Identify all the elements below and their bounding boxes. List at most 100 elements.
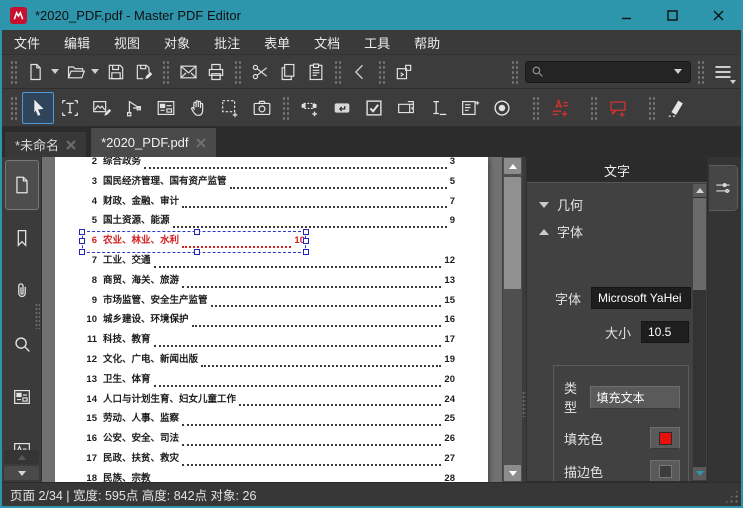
- menu-item[interactable]: 文档: [302, 30, 352, 54]
- new-document-dropdown-icon[interactable]: [51, 69, 59, 74]
- save-button[interactable]: [102, 58, 130, 86]
- menu-item[interactable]: 表单: [252, 30, 302, 54]
- add-text-annotation-tool-button[interactable]: [544, 92, 576, 124]
- email-button[interactable]: [174, 58, 202, 86]
- menu-item[interactable]: 帮助: [402, 30, 452, 54]
- toolbar-grip[interactable]: [234, 59, 242, 84]
- tab-close-icon[interactable]: [66, 139, 76, 150]
- section-font[interactable]: 字体: [537, 218, 691, 245]
- document-scrollbar[interactable]: [502, 157, 522, 482]
- menu-item[interactable]: 视图: [102, 30, 152, 54]
- panel-toggle-tab[interactable]: [709, 165, 738, 211]
- bookmarks-panel-button[interactable]: [5, 213, 39, 263]
- type-select[interactable]: 填充文本: [589, 385, 680, 409]
- panel-scroll-down-button[interactable]: [693, 467, 706, 480]
- scroll-down-button[interactable]: [504, 465, 521, 481]
- new-document-button[interactable]: [22, 58, 50, 86]
- fill-color-button[interactable]: [650, 427, 680, 449]
- snapshot-tool-button[interactable]: [246, 92, 278, 124]
- minimize-button[interactable]: [603, 0, 649, 30]
- toc-entry[interactable]: 14 人口与计划生育、妇女儿童工作 24: [83, 391, 455, 411]
- font-name-input[interactable]: Microsoft YaHei: [591, 287, 691, 309]
- toc-entry[interactable]: 10 城乡建设、环境保护 16: [83, 311, 455, 331]
- toolbar-grip[interactable]: [648, 95, 656, 120]
- toolbar-grip[interactable]: [697, 59, 705, 84]
- toc-entry[interactable]: 16 公安、安全、司法 26: [83, 430, 455, 450]
- push-button-tool-button[interactable]: [326, 92, 358, 124]
- arrange-windows-button[interactable]: [390, 58, 418, 86]
- toc-entry[interactable]: 6 农业、林业、水利 10: [79, 229, 309, 255]
- toc-entry[interactable]: 12 文化、广电、新闻出版 19: [83, 351, 455, 371]
- search-panel-button[interactable]: [5, 319, 39, 369]
- copy-button[interactable]: [274, 58, 302, 86]
- stroke-color-button[interactable]: [650, 460, 680, 481]
- toolbar-grip[interactable]: [10, 95, 18, 120]
- window-resize-grip[interactable]: [724, 489, 739, 504]
- toc-entry[interactable]: 3 国民经济管理、国有资产监管 5: [83, 173, 455, 193]
- toolbar-grip[interactable]: [532, 95, 540, 120]
- toc-entry[interactable]: 9 市场监管、安全生产监管 15: [83, 292, 455, 312]
- maximize-button[interactable]: [649, 0, 695, 30]
- menu-item[interactable]: 批注: [202, 30, 252, 54]
- toc-entry[interactable]: 17 民政、扶贫、救灾 27: [83, 450, 455, 470]
- panel-splitter[interactable]: [522, 157, 526, 482]
- menu-item[interactable]: 工具: [352, 30, 402, 54]
- toolbar-grip[interactable]: [162, 59, 170, 84]
- paste-button[interactable]: [302, 58, 330, 86]
- panel-scrollbar-thumb[interactable]: [693, 198, 706, 290]
- checkbox-tool-button[interactable]: [358, 92, 390, 124]
- combobox-tool-button[interactable]: [390, 92, 422, 124]
- toc-entry[interactable]: 7 工业、交通 12: [83, 252, 455, 272]
- search-dropdown-icon[interactable]: [674, 69, 682, 74]
- search-input[interactable]: [544, 63, 673, 80]
- edit-text-tool-button[interactable]: [54, 92, 86, 124]
- more-options-button[interactable]: [709, 58, 737, 86]
- toolbar-grip[interactable]: [10, 59, 18, 84]
- document-tab[interactable]: *未命名: [4, 131, 88, 157]
- toc-entry[interactable]: 5 国土资源、能源 9: [83, 212, 455, 232]
- menu-item[interactable]: 编辑: [52, 30, 102, 54]
- toc-entry[interactable]: 15 劳动、人事、监察 25: [83, 410, 455, 430]
- menu-item[interactable]: 对象: [152, 30, 202, 54]
- section-geometry[interactable]: 几何: [537, 191, 691, 218]
- toolbar-grip[interactable]: [590, 95, 598, 120]
- select-tool-button[interactable]: [22, 91, 54, 124]
- edit-image-tool-button[interactable]: [86, 92, 118, 124]
- toc-entry[interactable]: 11 科技、教育 17: [83, 331, 455, 351]
- radio-button-tool-button[interactable]: [486, 92, 518, 124]
- cut-button[interactable]: [246, 58, 274, 86]
- menu-item[interactable]: 文件: [2, 30, 52, 54]
- select-area-tool-button[interactable]: [214, 92, 246, 124]
- open-file-dropdown-icon[interactable]: [91, 69, 99, 74]
- text-field-tool-button[interactable]: [422, 92, 454, 124]
- toolbar-grip[interactable]: [334, 59, 342, 84]
- back-button[interactable]: [346, 58, 374, 86]
- signatures-panel-button[interactable]: [5, 425, 39, 450]
- toc-entry[interactable]: 8 商贸、海关、旅游 13: [83, 272, 455, 292]
- save-as-button[interactable]: [130, 58, 158, 86]
- form-fields-panel-button[interactable]: [5, 372, 39, 422]
- attachments-panel-button[interactable]: [5, 266, 39, 316]
- open-file-button[interactable]: [62, 58, 90, 86]
- listbox-tool-button[interactable]: [454, 92, 486, 124]
- sidebar-scroll-down-button[interactable]: [4, 466, 39, 480]
- scrollbar-thumb[interactable]: [504, 177, 521, 289]
- hand-tool-button[interactable]: [182, 92, 214, 124]
- edit-form-field-tool-button[interactable]: [294, 92, 326, 124]
- document-tab[interactable]: *2020_PDF.pdf: [90, 127, 217, 157]
- toc-entry[interactable]: 13 卫生、体育 20: [83, 371, 455, 391]
- eraser-tool-button[interactable]: [660, 92, 692, 124]
- toc-entry[interactable]: 18 民族、宗教 28: [83, 470, 455, 482]
- tab-close-icon[interactable]: [195, 137, 206, 148]
- pages-panel-button[interactable]: [4, 160, 39, 210]
- font-size-input[interactable]: 10.5: [641, 321, 689, 343]
- splitter-grip[interactable]: [522, 391, 526, 417]
- close-button[interactable]: [695, 0, 741, 30]
- panel-scrollbar[interactable]: [693, 184, 706, 480]
- toc-entry[interactable]: 2 综合政务 3: [83, 157, 455, 173]
- panel-scroll-up-button[interactable]: [693, 184, 706, 197]
- toolbar-grip[interactable]: [378, 59, 386, 84]
- add-callout-tool-button[interactable]: [602, 92, 634, 124]
- sidebar-scroll-up-button[interactable]: [4, 450, 39, 464]
- document-viewport[interactable]: 2 综合政务 3 3 国民经济管理、国有资产监管 5 4 财政、金融、审计 7 …: [42, 157, 502, 482]
